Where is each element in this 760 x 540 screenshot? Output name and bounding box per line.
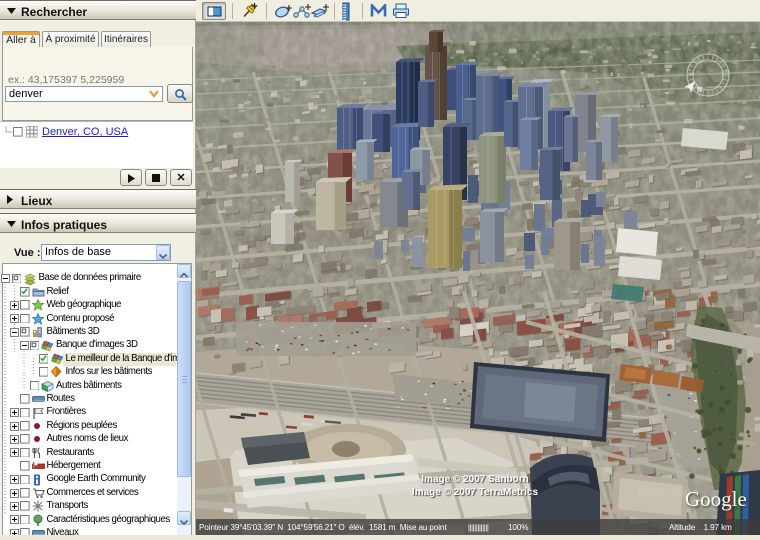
svg-text:Google: Google <box>685 487 747 511</box>
svg-text:Image © 2007 Sanborn: Image © 2007 Sanborn <box>421 474 528 485</box>
svg-text:100%: 100% <box>508 523 528 532</box>
svg-text:|||||||||||||: ||||||||||||| <box>468 523 489 532</box>
svg-text:Pointeur 39°45'03.39" N 104°5: Pointeur 39°45'03.39" N 104°59'56.21" O … <box>199 523 447 532</box>
svg-text:Image © 2007 TerraMetrics: Image © 2007 TerraMetrics <box>412 487 539 498</box>
svg-text:Altitude 1.97 km: Altitude 1.97 km <box>669 523 732 532</box>
svg-text:N: N <box>697 87 702 94</box>
